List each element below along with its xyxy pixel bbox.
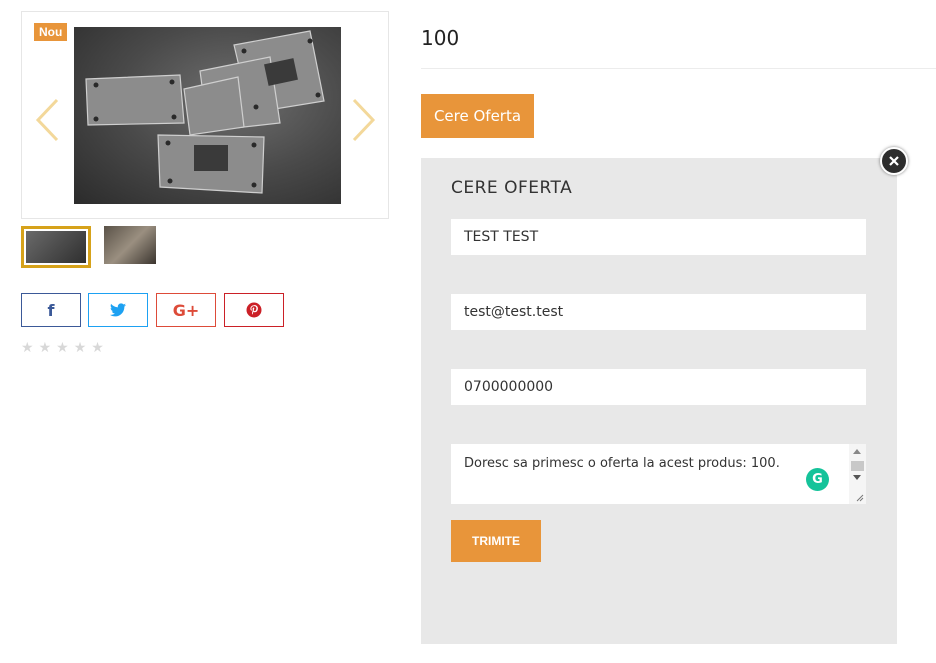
gallery-prev-arrow[interactable] <box>35 96 59 144</box>
email-value: test@test.test <box>464 304 564 320</box>
email-field[interactable]: test@test.test <box>451 294 866 330</box>
phone-field[interactable]: 0700000000 <box>451 369 866 405</box>
name-field[interactable]: TEST TEST <box>451 219 866 255</box>
product-main-image[interactable] <box>74 27 341 204</box>
share-twitter-button[interactable] <box>88 293 148 327</box>
share-pinterest-button[interactable] <box>224 293 284 327</box>
gallery-next-arrow[interactable] <box>352 96 376 144</box>
textarea-scrollbar[interactable] <box>849 444 866 504</box>
twitter-icon <box>110 303 126 317</box>
star-icon[interactable]: ★ <box>91 341 104 355</box>
close-icon <box>889 156 899 166</box>
thumbnail-1[interactable] <box>21 226 91 268</box>
chevron-right-icon <box>352 98 376 142</box>
rating-stars: ★ ★ ★ ★ ★ <box>21 341 104 355</box>
thumbnail-2[interactable] <box>104 226 156 264</box>
resize-handle-icon[interactable] <box>856 494 864 502</box>
googleplus-icon: G+ <box>172 300 200 320</box>
product-title: 100 <box>421 26 460 50</box>
phone-value: 0700000000 <box>464 379 554 395</box>
message-textarea[interactable]: Doresc sa primesc o oferta la acest prod… <box>451 444 866 504</box>
request-offer-button[interactable]: Cere Oferta <box>421 94 534 138</box>
scroll-down-icon[interactable] <box>853 475 861 480</box>
facebook-icon: f <box>47 300 55 320</box>
chevron-left-icon <box>35 98 59 142</box>
scroll-up-icon[interactable] <box>853 449 861 454</box>
scroll-thumb[interactable] <box>851 461 864 471</box>
star-icon[interactable]: ★ <box>74 341 87 355</box>
star-icon[interactable]: ★ <box>56 341 69 355</box>
star-icon[interactable]: ★ <box>39 341 52 355</box>
new-badge: Nou <box>34 23 68 41</box>
offer-request-modal: CERE OFERTA TEST TEST test@test.test 070… <box>421 158 897 644</box>
share-facebook-button[interactable]: f <box>21 293 81 327</box>
pinterest-icon <box>246 302 262 318</box>
message-value: Doresc sa primesc o oferta la acest prod… <box>464 456 780 471</box>
name-value: TEST TEST <box>464 229 539 245</box>
grammarly-icon[interactable]: G <box>806 468 829 491</box>
share-googleplus-button[interactable]: G+ <box>156 293 216 327</box>
star-icon[interactable]: ★ <box>21 341 34 355</box>
product-gallery: Nou <box>21 11 389 219</box>
divider <box>421 68 936 69</box>
submit-button[interactable]: TRIMITE <box>451 520 541 562</box>
modal-title: CERE OFERTA <box>451 178 573 198</box>
close-modal-button[interactable] <box>880 147 908 175</box>
